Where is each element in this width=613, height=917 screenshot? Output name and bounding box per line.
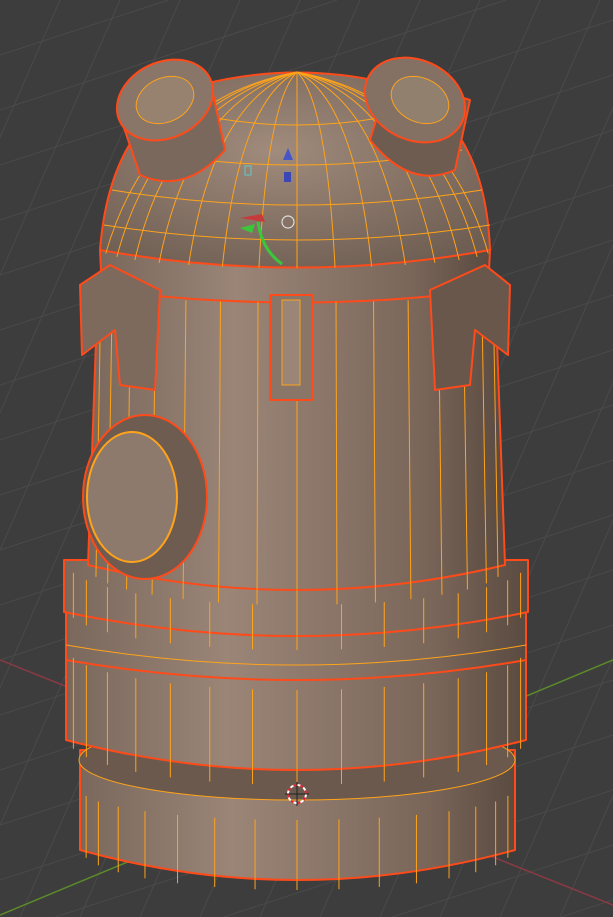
mesh-front-slot-inner (281, 299, 301, 386)
viewport-canvas[interactable] (0, 0, 613, 917)
mesh-left-clamp (79, 264, 161, 391)
grid-line (559, 795, 613, 917)
grid-line (0, 0, 61, 138)
3d-viewport[interactable] (0, 0, 613, 917)
grid-line (0, 0, 169, 56)
mesh-porthole-glass (86, 431, 178, 563)
selected-mesh[interactable] (63, 42, 529, 890)
